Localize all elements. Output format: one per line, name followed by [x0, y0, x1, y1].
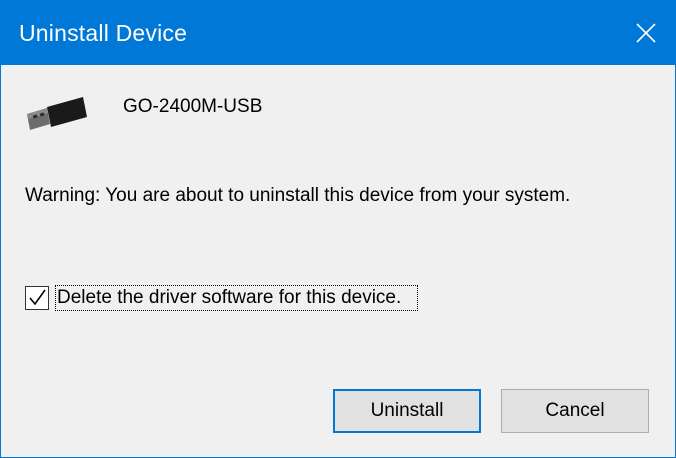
close-button[interactable]: [617, 1, 675, 65]
usb-connector-icon: [27, 97, 87, 130]
dialog-title: Uninstall Device: [19, 20, 188, 46]
warning-message: Warning: You are about to uninstall this…: [25, 185, 571, 206]
close-icon: [636, 23, 656, 43]
delete-driver-label[interactable]: Delete the driver software for this devi…: [55, 285, 419, 311]
delete-driver-option[interactable]: Delete the driver software for this devi…: [25, 285, 419, 311]
cancel-button[interactable]: Cancel: [501, 389, 649, 433]
title-bar: Uninstall Device: [1, 1, 675, 65]
uninstall-button[interactable]: Uninstall: [333, 389, 481, 433]
device-name: GO-2400M-USB: [123, 96, 263, 117]
dialog-body: GO-2400M-USB Warning: You are about to u…: [1, 65, 675, 457]
checkmark-icon: [29, 289, 46, 306]
delete-driver-checkbox[interactable]: [25, 286, 49, 310]
uninstall-device-dialog: Uninstall Device GO-2400M-USB Warning: Y…: [0, 0, 676, 458]
